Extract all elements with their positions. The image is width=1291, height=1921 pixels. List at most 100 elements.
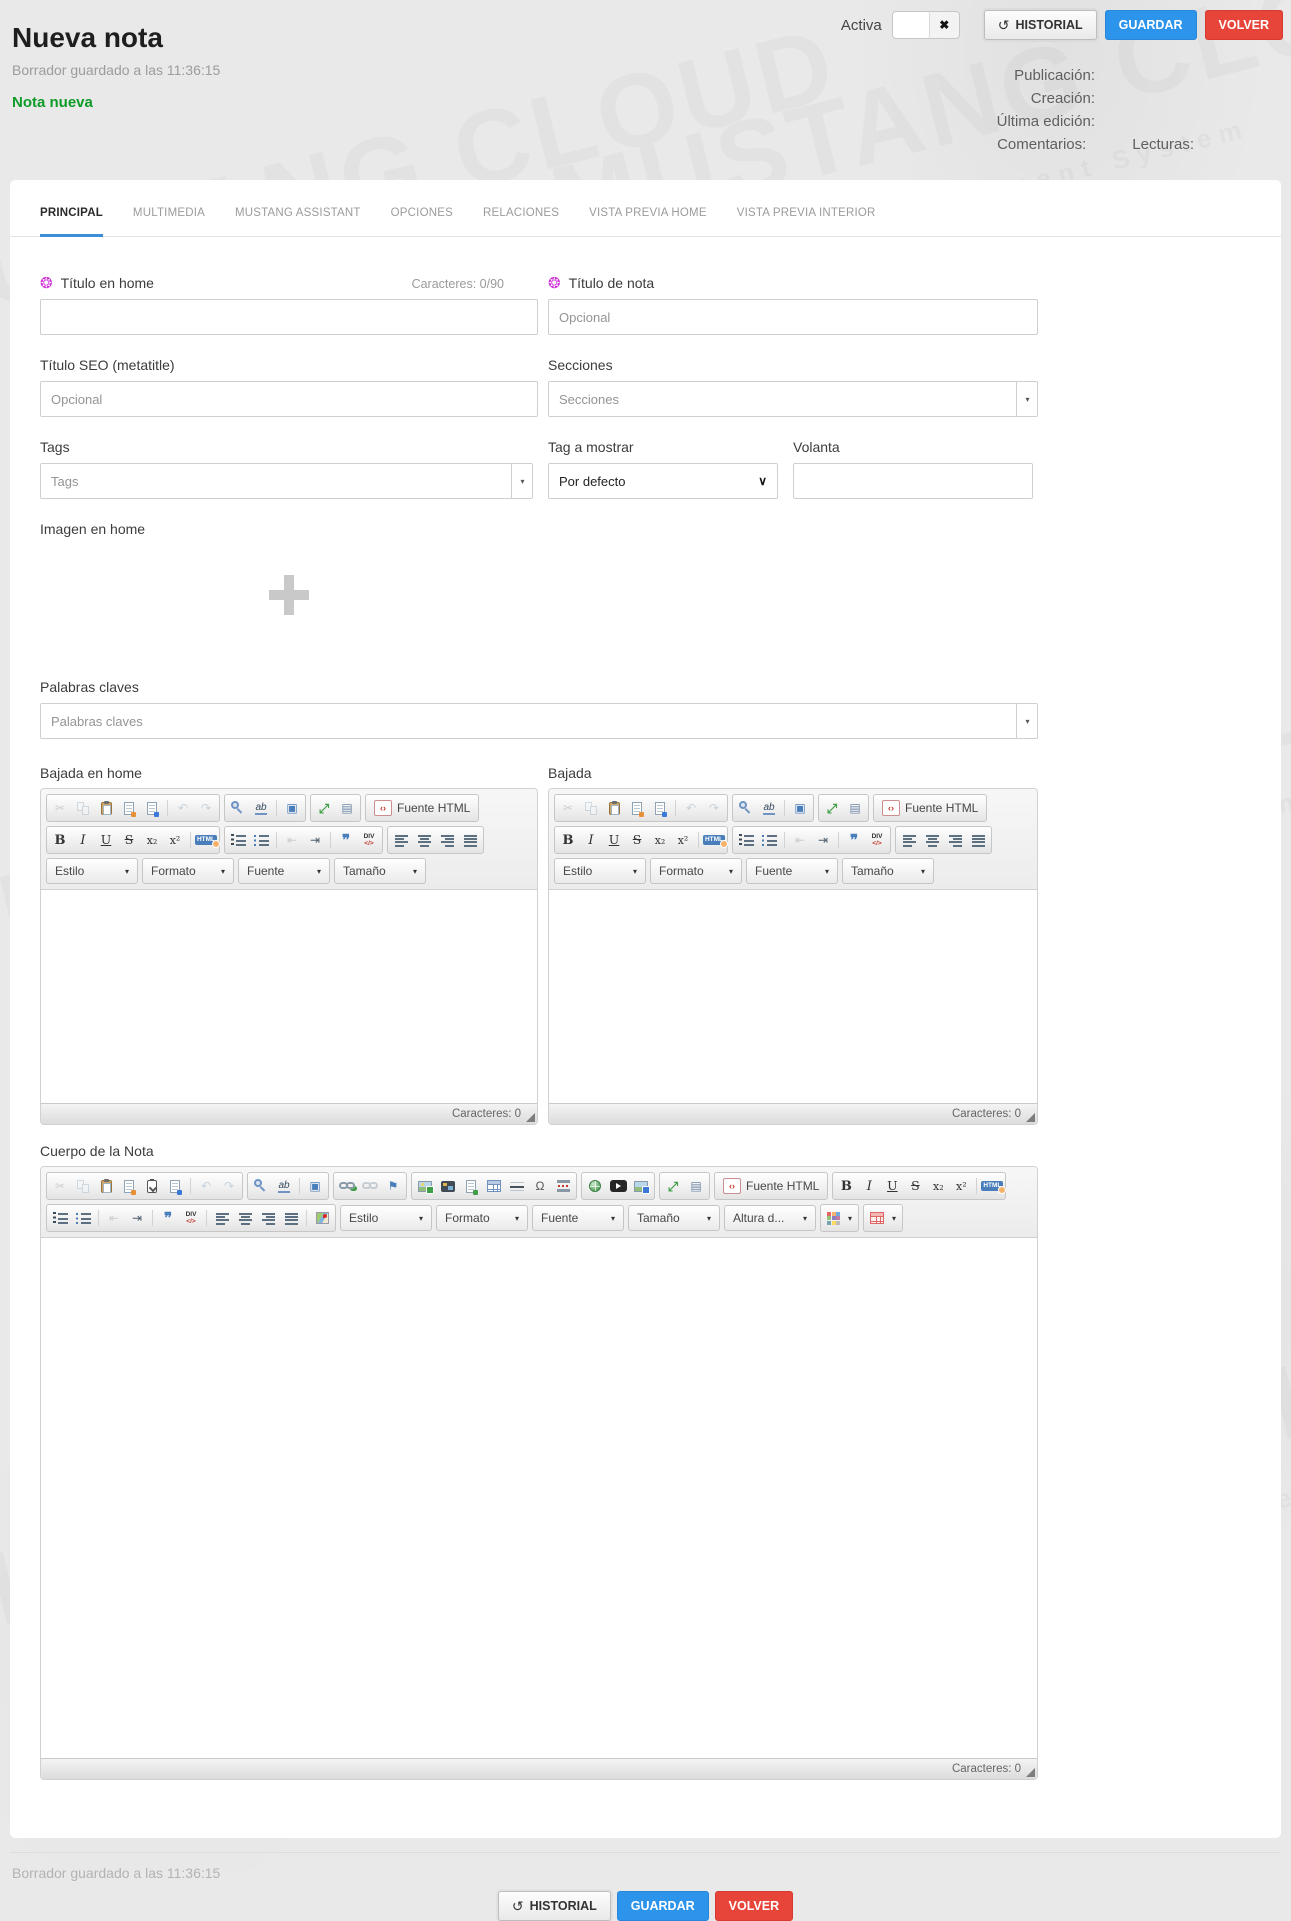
subscript-button[interactable]: x₂ [927, 1175, 949, 1197]
source-button[interactable]: ‹›Fuente HTML [714, 1172, 828, 1200]
align-right-button[interactable] [436, 829, 458, 851]
tab-relaciones[interactable]: RELACIONES [483, 207, 559, 236]
historial-button[interactable]: ↺ HISTORIAL [984, 10, 1097, 40]
bulleted-list-button[interactable] [758, 829, 780, 851]
align-justify-button[interactable] [280, 1207, 302, 1229]
find-button[interactable] [250, 1175, 272, 1197]
paste-text-button[interactable] [118, 797, 140, 819]
link-button[interactable] [336, 1175, 358, 1197]
find-button[interactable] [735, 797, 757, 819]
editor-content-area[interactable] [41, 1238, 1037, 1758]
paste-button[interactable] [95, 797, 117, 819]
select-all-button[interactable]: ▣ [304, 1175, 326, 1197]
align-justify-button[interactable] [967, 829, 989, 851]
chevron-down-icon[interactable]: ▾ [1016, 381, 1038, 417]
paste-plain-button[interactable] [141, 1175, 163, 1197]
strikethrough-button[interactable]: S [118, 829, 140, 851]
color-grid-select[interactable]: ▾ [820, 1204, 859, 1232]
clean-html-button[interactable]: HTML [703, 829, 725, 851]
font-select[interactable]: Fuente▾ [238, 858, 330, 884]
format-select[interactable]: Formato▾ [142, 858, 234, 884]
align-justify-button[interactable] [459, 829, 481, 851]
size-select[interactable]: Tamaño▾ [628, 1205, 720, 1231]
style-select[interactable]: Estilo▾ [554, 858, 646, 884]
blockquote-button[interactable]: ❞ [157, 1207, 179, 1229]
secciones-input[interactable] [548, 381, 1038, 417]
maximize-button[interactable]: ⤢ [662, 1175, 684, 1197]
show-blocks-button[interactable]: ▤ [685, 1175, 707, 1197]
replace-button[interactable]: ab [273, 1175, 295, 1197]
chevron-down-icon[interactable]: ▾ [511, 463, 533, 499]
insert-image-button[interactable] [414, 1175, 436, 1197]
blockquote-button[interactable]: ❞ [335, 829, 357, 851]
blockquote-button[interactable]: ❞ [843, 829, 865, 851]
indent-button[interactable]: ⇥ [304, 829, 326, 851]
style-select[interactable]: Estilo▾ [340, 1205, 432, 1231]
align-center-button[interactable] [234, 1207, 256, 1229]
superscript-button[interactable]: x² [950, 1175, 972, 1197]
clean-html-button[interactable]: HTML [195, 829, 217, 851]
insert-template-button[interactable] [460, 1175, 482, 1197]
line-height-select[interactable]: Altura d...▾ [724, 1205, 816, 1231]
editor-content-area[interactable] [549, 890, 1037, 1103]
tags-combobox[interactable]: ▾ [40, 463, 533, 499]
volver-button[interactable]: VOLVER [715, 1891, 793, 1921]
paste-word-button[interactable] [141, 797, 163, 819]
youtube-button[interactable] [607, 1175, 629, 1197]
align-right-button[interactable] [944, 829, 966, 851]
bulleted-list-button[interactable] [250, 829, 272, 851]
titulo-home-input[interactable] [40, 299, 538, 335]
tab-opciones[interactable]: OPCIONES [391, 207, 453, 236]
tab-principal[interactable]: PRINCIPAL [40, 207, 103, 237]
palabras-claves-combobox[interactable]: ▾ [40, 703, 1038, 739]
anchor-button[interactable]: ⚑ [382, 1175, 404, 1197]
align-right-button[interactable] [257, 1207, 279, 1229]
resize-grip[interactable] [1026, 1113, 1035, 1122]
paste-word-button[interactable] [649, 797, 671, 819]
resize-grip[interactable] [526, 1113, 535, 1122]
volver-button[interactable]: VOLVER [1205, 10, 1283, 40]
align-left-button[interactable] [898, 829, 920, 851]
paste-word-button[interactable] [164, 1175, 186, 1197]
activa-toggle[interactable]: ✖ [892, 11, 960, 39]
editor-content-area[interactable] [41, 890, 537, 1103]
special-character-button[interactable]: Ω [529, 1175, 551, 1197]
div-container-button[interactable]: DIV</> [180, 1207, 202, 1229]
numbered-list-button[interactable] [227, 829, 249, 851]
paste-button[interactable] [95, 1175, 117, 1197]
clean-html-button[interactable]: HTML [981, 1175, 1003, 1197]
size-select[interactable]: Tamaño▾ [842, 858, 934, 884]
size-select[interactable]: Tamaño▾ [334, 858, 426, 884]
font-select[interactable]: Fuente▾ [532, 1205, 624, 1231]
italic-button[interactable]: I [72, 829, 94, 851]
numbered-list-button[interactable] [49, 1207, 71, 1229]
show-blocks-button[interactable]: ▤ [336, 797, 358, 819]
resize-grip[interactable] [1026, 1768, 1035, 1777]
format-select[interactable]: Formato▾ [436, 1205, 528, 1231]
insert-map-button[interactable] [311, 1207, 333, 1229]
italic-button[interactable]: I [858, 1175, 880, 1197]
strikethrough-button[interactable]: S [626, 829, 648, 851]
div-container-button[interactable]: DIV</> [866, 829, 888, 851]
italic-button[interactable]: I [580, 829, 602, 851]
subscript-button[interactable]: x₂ [141, 829, 163, 851]
style-select[interactable]: Estilo▾ [46, 858, 138, 884]
volanta-input[interactable] [793, 463, 1033, 499]
align-center-button[interactable] [413, 829, 435, 851]
paste-text-button[interactable] [118, 1175, 140, 1197]
replace-button[interactable]: ab [250, 797, 272, 819]
align-center-button[interactable] [921, 829, 943, 851]
tags-input[interactable] [40, 463, 533, 499]
indent-button[interactable]: ⇥ [126, 1207, 148, 1229]
historial-button[interactable]: ↺ HISTORIAL [498, 1891, 611, 1921]
superscript-button[interactable]: x² [164, 829, 186, 851]
find-button[interactable] [227, 797, 249, 819]
titulo-nota-input[interactable] [548, 299, 1038, 335]
secciones-combobox[interactable]: ▾ [548, 381, 1038, 417]
align-left-button[interactable] [211, 1207, 233, 1229]
guardar-button[interactable]: GUARDAR [617, 1891, 709, 1921]
strikethrough-button[interactable]: S [904, 1175, 926, 1197]
media-embed-button[interactable] [630, 1175, 652, 1197]
font-select[interactable]: Fuente▾ [746, 858, 838, 884]
tab-vista-previa-interior[interactable]: VISTA PREVIA INTERIOR [737, 207, 876, 236]
